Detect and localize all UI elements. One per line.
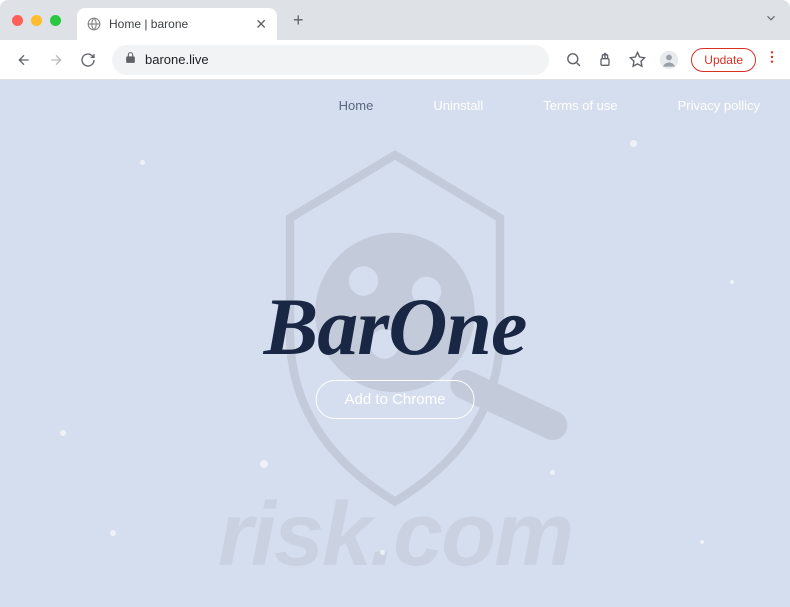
particle <box>110 530 116 536</box>
menu-dots-icon[interactable] <box>764 49 780 70</box>
minimize-window-button[interactable] <box>31 15 42 26</box>
lock-icon <box>124 51 137 69</box>
page-content: risk.com Home Uninstall Terms of use Pri… <box>0 80 790 607</box>
particle <box>630 140 637 147</box>
url-text: barone.live <box>145 52 209 67</box>
reload-button[interactable] <box>74 46 102 74</box>
brand-logo: BarOne <box>264 280 527 374</box>
tab-title: Home | barone <box>109 17 247 31</box>
nav-terms[interactable]: Terms of use <box>543 98 617 113</box>
particle <box>550 470 555 475</box>
nav-home[interactable]: Home <box>339 98 374 113</box>
back-button[interactable] <box>10 46 38 74</box>
close-window-button[interactable] <box>12 15 23 26</box>
add-to-chrome-button[interactable]: Add to Chrome <box>316 380 475 419</box>
particle <box>700 540 704 544</box>
chevron-down-icon[interactable] <box>764 11 778 30</box>
particle <box>260 460 268 468</box>
browser-tab[interactable]: Home | barone ✕ <box>77 8 277 40</box>
particle <box>380 550 385 555</box>
window-titlebar: Home | barone ✕ + <box>0 0 790 40</box>
forward-button[interactable] <box>42 46 70 74</box>
nav-uninstall[interactable]: Uninstall <box>433 98 483 113</box>
maximize-window-button[interactable] <box>50 15 61 26</box>
watermark-text: risk.com <box>218 484 572 587</box>
search-icon[interactable] <box>559 46 587 74</box>
address-bar[interactable]: barone.live <box>112 45 549 75</box>
new-tab-button[interactable]: + <box>293 10 304 31</box>
nav-privacy[interactable]: Privacy pollicy <box>678 98 760 113</box>
site-nav: Home Uninstall Terms of use Privacy poll… <box>339 98 760 113</box>
particle <box>60 430 66 436</box>
close-tab-icon[interactable]: ✕ <box>255 16 267 33</box>
share-icon[interactable] <box>591 46 619 74</box>
profile-icon[interactable] <box>655 46 683 74</box>
bookmark-star-icon[interactable] <box>623 46 651 74</box>
browser-toolbar: barone.live Update <box>0 40 790 80</box>
particle <box>140 160 145 165</box>
particle <box>730 280 734 284</box>
traffic-lights <box>12 15 61 26</box>
update-button[interactable]: Update <box>691 48 756 72</box>
globe-icon <box>87 17 101 31</box>
